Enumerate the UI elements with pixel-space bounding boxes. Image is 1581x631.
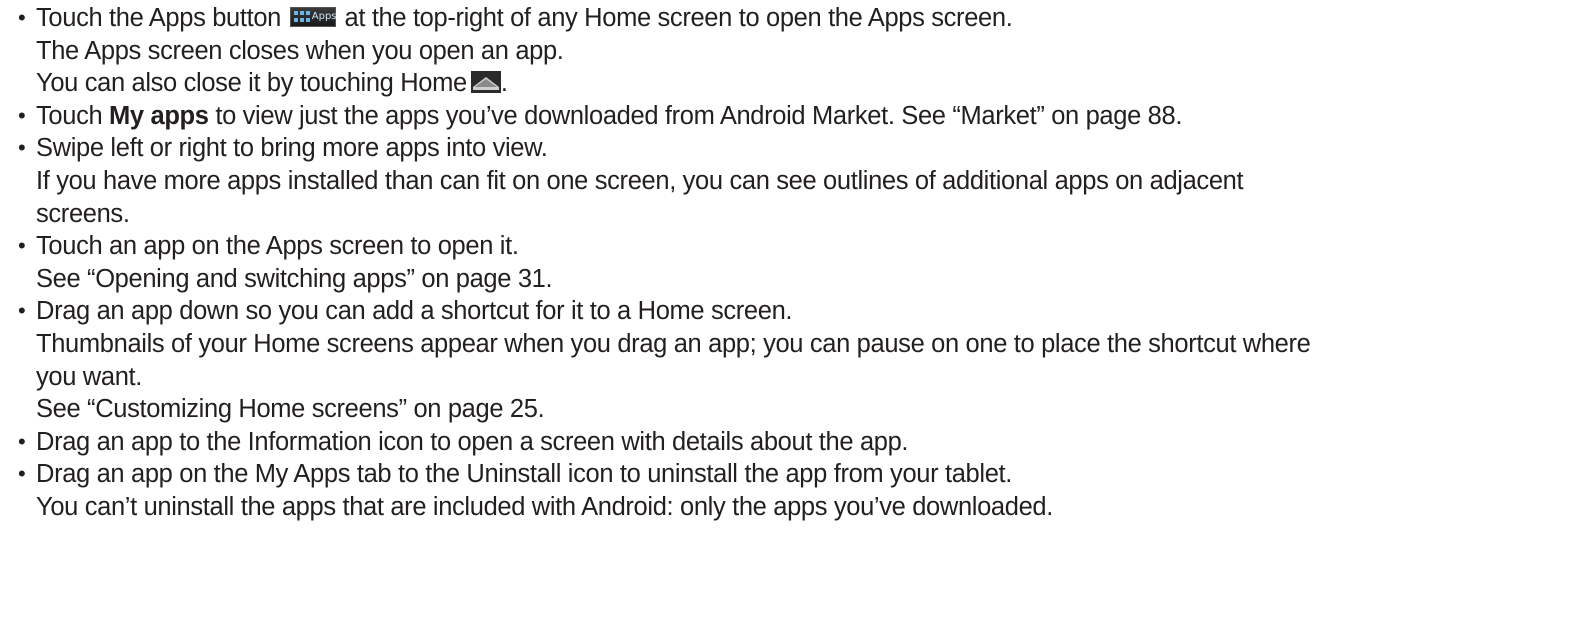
text-line: If you have more apps installed than can… [36, 166, 1244, 195]
text-segment: Touch [36, 101, 110, 130]
text-line: You can also close it by touching Home. [36, 67, 1574, 100]
list-item-information: Drag an app to the Information icon to o… [18, 426, 1574, 459]
text-line: Touch My apps to view just the apps you’… [36, 100, 1574, 133]
text-line: Drag an app on the My Apps tab to the Un… [36, 460, 1012, 489]
text-line: See “Customizing Home screens” on page 2… [36, 395, 545, 424]
text-line: Thumbnails of your Home screens appear w… [36, 329, 1311, 358]
text-line: Drag an app down so you can add a shortc… [36, 297, 793, 326]
text-line: Touch an app on the Apps screen to open … [36, 232, 519, 261]
manual-page: Touch the Apps button Apps at the top-ri… [0, 0, 1581, 631]
list-item-uninstall: Drag an app on the My Apps tab to the Un… [18, 458, 1574, 523]
text-segment: to view just the apps you’ve downloaded … [208, 101, 1183, 130]
text-segment: You can also close it by touching Home [36, 69, 467, 98]
apps-icon-label: Apps [311, 11, 337, 23]
text-line: Drag an app to the Information icon to o… [36, 427, 909, 456]
text-line: you want. [36, 362, 142, 391]
list-item-swipe: Swipe left or right to bring more apps i… [18, 132, 1574, 230]
home-icon [470, 71, 501, 94]
list-item-open-app: Touch an app on the Apps screen to open … [18, 230, 1574, 295]
text-segment: at the top-right of any Home screen to o… [344, 4, 1013, 32]
text-line: The Apps screen closes when you open an … [36, 36, 564, 65]
text-line: See “Opening and switching apps” on page… [36, 264, 553, 293]
list-item-my-apps: Touch My apps to view just the apps you’… [18, 100, 1574, 133]
my-apps-label: My apps [109, 101, 209, 130]
text-segment: . [500, 69, 508, 98]
text-line: You can’t uninstall the apps that are in… [36, 492, 1053, 521]
text-line: screens. [36, 199, 130, 228]
text-segment: Touch the Apps button [36, 4, 282, 32]
list-item-add-shortcut: Drag an app down so you can add a shortc… [18, 295, 1574, 425]
list-item-open-apps: Touch the Apps button Apps at the top-ri… [18, 2, 1574, 100]
text-line: Swipe left or right to bring more apps i… [36, 134, 548, 163]
apps-button-icon: Apps [289, 7, 337, 28]
text-line: Touch the Apps button Apps at the top-ri… [36, 2, 1574, 35]
apps-grid-icon [293, 11, 310, 24]
apps-instructions-list: Touch the Apps button Apps at the top-ri… [18, 2, 1574, 524]
